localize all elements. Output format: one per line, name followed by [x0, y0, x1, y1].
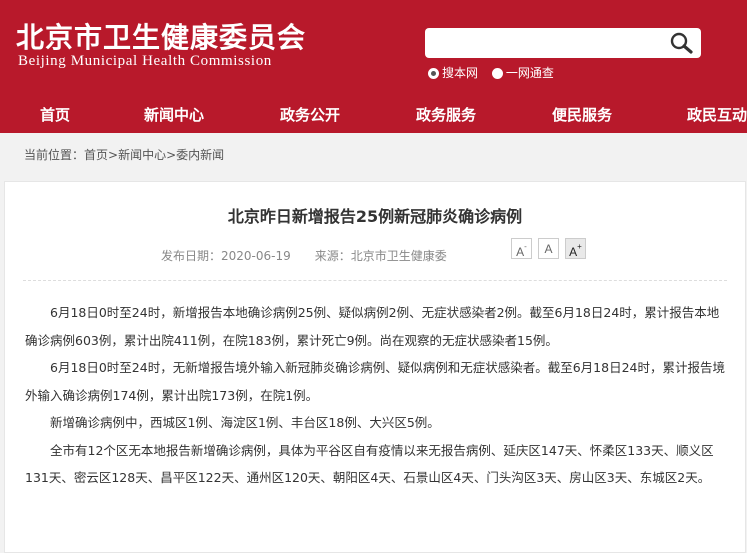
paragraph: 全市有12个区无本地报告新增确诊病例，具体为平谷区自有疫情以来无报告病例、延庆区… — [25, 442, 714, 486]
nav-news-center[interactable]: 新闻中心 — [144, 104, 204, 125]
nav-interaction[interactable]: 政民互动 — [687, 104, 747, 125]
article-body: 6月18日0时至24时，新增报告本地确诊病例25例、疑似病例2例、无症状感染者2… — [25, 299, 725, 492]
radio-checked-icon — [428, 68, 439, 79]
font-default-button[interactable]: A — [538, 238, 559, 259]
breadcrumb: 当前位置：首页>新闻中心>委内新闻 — [24, 148, 225, 162]
radio-this-site[interactable]: 搜本网 — [428, 64, 478, 81]
search-scope: 搜本网 一网通查 — [428, 64, 564, 81]
breadcrumb-news-center[interactable]: 新闻中心 — [118, 148, 166, 162]
nav-government-services[interactable]: 政务服务 — [416, 104, 476, 125]
radio-unchecked-icon — [491, 68, 503, 79]
radio-all-sites[interactable]: 一网通查 — [491, 64, 554, 81]
breadcrumb-internal-news[interactable]: 委内新闻 — [176, 148, 224, 162]
site-logo-english[interactable]: Beijing Municipal Health Commission — [18, 53, 272, 70]
article-source: 来源：北京市卫生健康委 — [314, 249, 447, 263]
divider — [23, 280, 727, 281]
main-nav: 首页 新闻中心 政务公开 政务服务 便民服务 政民互动 — [0, 96, 747, 133]
paragraph: 6月18日0时至24时，无新增报告境外输入新冠肺炎确诊病例、疑似病例和无症状感染… — [25, 360, 725, 403]
article-meta: 发布日期：2020-06-19 来源：北京市卫生健康委 — [161, 247, 471, 264]
article-title: 北京昨日新增报告25例新冠肺炎确诊病例 — [227, 207, 523, 226]
site-header: 北京市卫生健康委员会 Beijing Municipal Health Comm… — [0, 0, 747, 133]
search-input[interactable] — [425, 28, 655, 58]
paragraph: 新增确诊病例中，西城区1例、海淀区1例、丰台区18例、大兴区5例。 — [50, 415, 440, 430]
paragraph: 6月18日0时至24时，新增报告本地确诊病例25例、疑似病例2例、无症状感染者2… — [25, 305, 720, 348]
site-logo-chinese[interactable]: 北京市卫生健康委员会 — [16, 16, 306, 56]
search-icon[interactable] — [667, 31, 695, 55]
nav-public-services[interactable]: 便民服务 — [552, 104, 612, 125]
article-card: 北京昨日新增报告25例新冠肺炎确诊病例 发布日期：2020-06-19 来源：北京… — [4, 181, 746, 553]
nav-home[interactable]: 首页 — [40, 104, 70, 125]
publish-date: 发布日期：2020-06-19 — [161, 249, 291, 263]
font-decrease-button[interactable]: A- — [511, 238, 532, 259]
nav-government-affairs[interactable]: 政务公开 — [280, 104, 340, 125]
breadcrumb-home[interactable]: 首页 — [84, 148, 108, 162]
font-increase-button[interactable]: A+ — [565, 238, 586, 259]
search-box — [425, 28, 701, 58]
